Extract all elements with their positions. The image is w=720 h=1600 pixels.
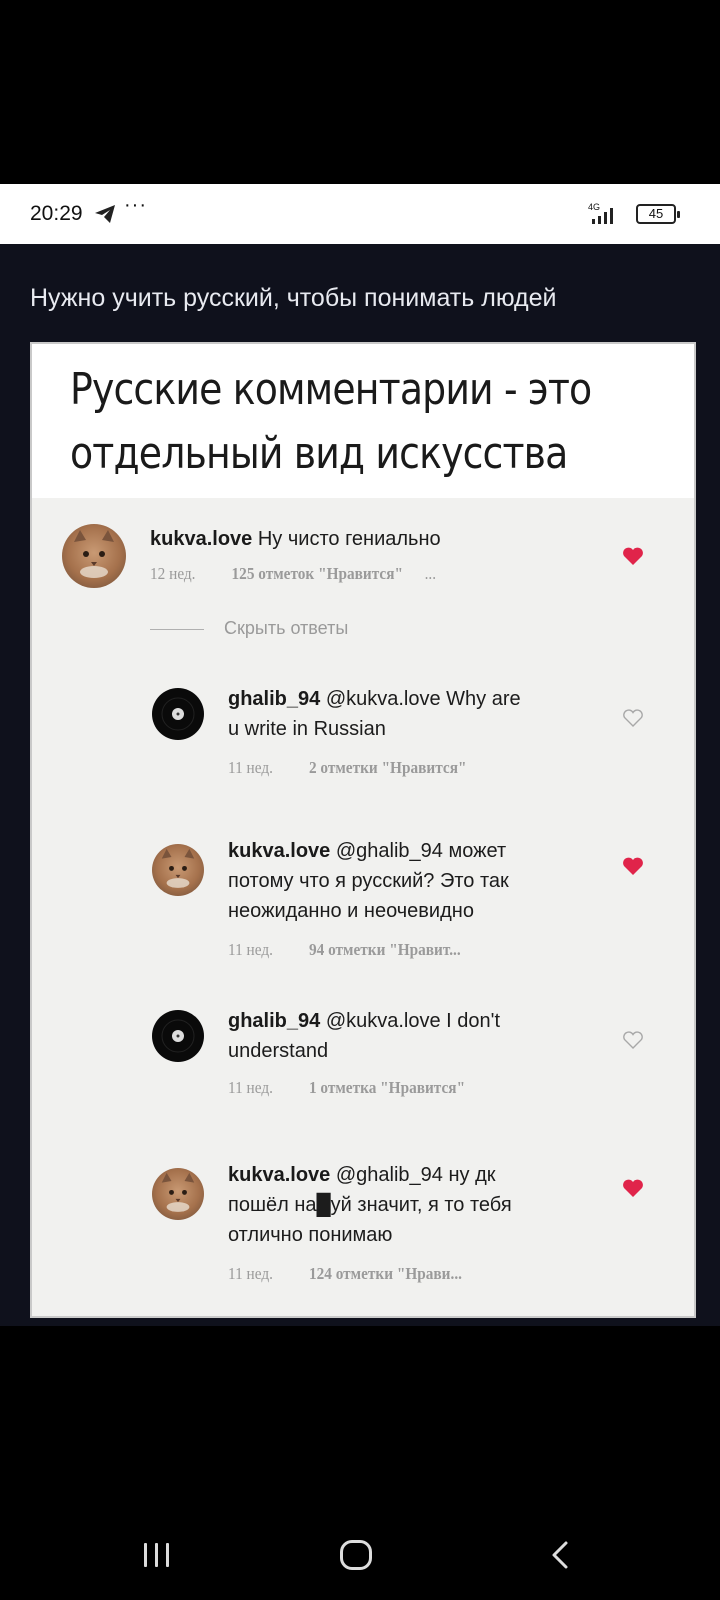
- comment-username[interactable]: ghalib_94: [228, 1010, 320, 1032]
- hide-replies-button[interactable]: Скрыть ответы: [150, 618, 348, 639]
- cat-avatar-icon: [161, 1172, 195, 1212]
- post-caption: Нужно учить русский, чтобы понимать люде…: [30, 284, 557, 312]
- heart-outline-icon[interactable]: [622, 1030, 644, 1050]
- comment-likes[interactable]: 125 отметок "Нравится": [232, 564, 403, 583]
- comment-body: kukva.love @ghalib_94 может потому что я…: [228, 836, 509, 926]
- comment-age: 11 нед.: [228, 940, 273, 959]
- avatar: [152, 1010, 204, 1062]
- comment-text: отлично понимаю: [228, 1224, 393, 1246]
- heart-filled-icon[interactable]: [622, 546, 644, 566]
- comment-text: неожиданно и неочевидно: [228, 900, 474, 922]
- comment-body: ghalib_94 @kukva.love Why are u write in…: [228, 684, 521, 744]
- comment-text: u write in Russian: [228, 718, 386, 740]
- comment-body: ghalib_94 @kukva.love I don't understand: [228, 1006, 500, 1066]
- hide-replies-label: Скрыть ответы: [224, 618, 349, 638]
- comment-age: 11 нед.: [228, 1264, 273, 1283]
- comment-text: @ghalib_94 может: [335, 840, 507, 862]
- back-icon[interactable]: [550, 1540, 570, 1570]
- meme-title-line: отдельный вид искусства: [70, 428, 568, 479]
- avatar: [152, 844, 204, 896]
- avatar: [62, 524, 126, 588]
- recent-apps-icon[interactable]: [142, 1540, 172, 1570]
- meme-title-line: Русские комментарии - это: [70, 364, 592, 415]
- comment-text: @kukva.love I don't: [325, 1010, 501, 1032]
- meme-title: Русские комментарии - это отдельный вид …: [70, 358, 592, 486]
- comment-username[interactable]: kukva.love: [228, 1164, 330, 1186]
- avatar: [152, 1168, 204, 1220]
- vinyl-record-avatar-icon: [154, 1012, 202, 1060]
- comment-text: пошёл на█уй значит, я то тебя: [228, 1194, 512, 1216]
- comment-text: потому что я русский? Это так: [228, 870, 509, 892]
- telegram-plane-icon: [95, 205, 115, 223]
- vinyl-record-avatar-icon: [154, 690, 202, 738]
- comment-likes[interactable]: 1 отметка "Нравится": [309, 1078, 465, 1097]
- comment-username[interactable]: kukva.love: [150, 528, 252, 550]
- comment-text: understand: [228, 1040, 329, 1062]
- status-time: 20:29: [30, 202, 83, 225]
- heart-filled-icon[interactable]: [622, 1178, 644, 1198]
- comment-body: kukva.love @ghalib_94 ну дк пошёл на█уй …: [228, 1160, 512, 1250]
- avatar: [152, 688, 204, 740]
- heart-filled-icon[interactable]: [622, 856, 644, 876]
- comment-username[interactable]: kukva.love: [228, 840, 330, 862]
- divider: [150, 628, 204, 630]
- comment-meta: 11 нед. 2 отметки "Нравится": [228, 758, 466, 778]
- meme-image[interactable]: Русские комментарии - это отдельный вид …: [30, 342, 696, 1318]
- comment-likes[interactable]: 124 отметки "Нрави...: [309, 1264, 462, 1283]
- comment-age: 11 нед.: [228, 758, 273, 777]
- home-icon[interactable]: [340, 1540, 372, 1570]
- comment-meta: 11 нед. 94 отметки "Нравит...: [228, 940, 461, 960]
- signal-strength-icon: [592, 208, 613, 224]
- overflow-dots: ···: [124, 194, 147, 216]
- heart-outline-icon[interactable]: [622, 708, 644, 728]
- comment-meta: 12 нед. 125 отметок "Нравится"...: [150, 564, 436, 584]
- post-container: Нужно учить русский, чтобы понимать люде…: [0, 244, 720, 1326]
- comment-meta: 11 нед. 1 отметка "Нравится": [228, 1078, 465, 1098]
- battery-indicator: 45: [636, 204, 680, 224]
- comment-more[interactable]: ...: [425, 564, 436, 583]
- status-bar: 20:29 ··· 4G 45: [0, 184, 720, 244]
- comment-text: Ну чисто гениально: [257, 528, 441, 550]
- comment-username[interactable]: ghalib_94: [228, 688, 320, 710]
- comment-likes[interactable]: 2 отметки "Нравится": [309, 758, 467, 777]
- meme-header: Русские комментарии - это отдельный вид …: [32, 344, 694, 498]
- comment-meta: 11 нед. 124 отметки "Нрави...: [228, 1264, 462, 1284]
- system-nav-bar: [0, 1500, 720, 1600]
- comment-text: @ghalib_94 ну дк: [335, 1164, 496, 1186]
- cat-avatar-icon: [74, 530, 114, 578]
- comment-body: kukva.love Ну чисто гениально: [150, 524, 441, 554]
- comment-likes[interactable]: 94 отметки "Нравит...: [309, 940, 461, 959]
- comment-text: @kukva.love Why are: [325, 688, 521, 710]
- cat-avatar-icon: [161, 848, 195, 888]
- comment-age: 11 нед.: [228, 1078, 273, 1097]
- comment-age: 12 нед.: [150, 564, 196, 583]
